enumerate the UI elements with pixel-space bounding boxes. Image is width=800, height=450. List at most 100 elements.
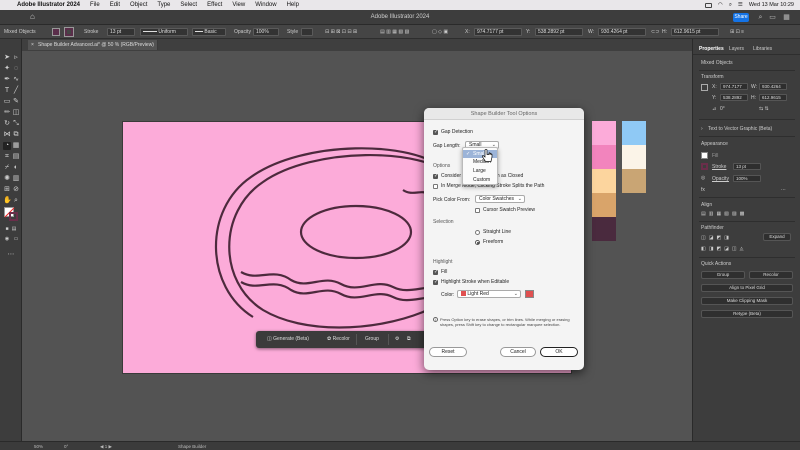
gap-option-custom[interactable]: Custom: [463, 176, 497, 184]
paintbrush-tool-icon[interactable]: ✎: [12, 98, 20, 106]
menu-file[interactable]: File: [85, 2, 105, 8]
scale-tool-icon[interactable]: ⤡: [12, 120, 20, 128]
document-tab[interactable]: × Shape Builder Advanced.ai* @ 50 % (RGB…: [28, 40, 158, 50]
text-to-vector-label[interactable]: Text to Vector Graphic (Beta): [708, 126, 772, 132]
appearance-opacity-field[interactable]: 100%: [733, 175, 761, 182]
merge-mode-checkbox[interactable]: [433, 183, 438, 189]
menu-window[interactable]: Window: [250, 2, 281, 8]
magic-wand-tool-icon[interactable]: ✦: [3, 65, 11, 73]
variable-width-profile-select[interactable]: Uniform: [140, 28, 188, 36]
width-field[interactable]: 930.4264 pt: [598, 28, 646, 36]
y-position-field[interactable]: 538.2892 pt: [535, 28, 583, 36]
rotate-angle-icon[interactable]: ⊿: [712, 106, 716, 112]
more-options-icon[interactable]: ⋯: [781, 187, 786, 193]
arrange-documents-icon[interactable]: ▦: [782, 13, 791, 22]
highlight-fill-row[interactable]: Fill: [433, 269, 447, 276]
edit-toolbar-icon[interactable]: ⋯: [7, 251, 15, 259]
y-field[interactable]: 538.2892: [720, 94, 748, 101]
reset-button[interactable]: Reset: [429, 347, 467, 357]
lasso-tool-icon[interactable]: ◌: [12, 65, 20, 73]
x-field[interactable]: 974.7177: [720, 83, 748, 90]
transform-icons[interactable]: ▢ ◇ ▣: [432, 29, 448, 35]
quick-recolor-button[interactable]: Recolor: [749, 271, 793, 279]
gradient-tool-icon[interactable]: ▤: [12, 153, 20, 161]
zoom-level[interactable]: 50%: [34, 444, 43, 449]
reference-point-icon[interactable]: [701, 84, 708, 91]
palette-swatch-2[interactable]: [592, 145, 616, 169]
menu-type[interactable]: Type: [152, 2, 175, 8]
brush-definition-select[interactable]: Basic: [192, 28, 226, 36]
control-center-icon[interactable]: ☰: [738, 2, 743, 8]
gap-detection-row[interactable]: Gap Detection: [433, 129, 473, 136]
rotation-angle[interactable]: 0°: [64, 444, 68, 449]
stroke-color-box[interactable]: [9, 212, 18, 221]
eyedropper-tool-icon[interactable]: ⌿: [3, 164, 11, 172]
stroke-label[interactable]: Stroke: [84, 29, 98, 35]
menu-edit[interactable]: Edit: [105, 2, 125, 8]
menu-object[interactable]: Object: [125, 2, 152, 8]
shape-mode-buttons[interactable]: ◫◪◩◨: [701, 235, 732, 241]
cancel-button[interactable]: Cancel: [500, 347, 536, 357]
artboard-tool-icon[interactable]: ⊞: [3, 186, 11, 194]
menu-view[interactable]: View: [227, 2, 250, 8]
group-button[interactable]: Group: [362, 335, 382, 344]
x-position-field[interactable]: 974.7177 pt: [474, 28, 522, 36]
cursor-swatch-row[interactable]: Cursor Swatch Preview: [475, 207, 535, 213]
curvature-tool-icon[interactable]: ∿: [12, 76, 20, 84]
appearance-stroke-swatch[interactable]: [701, 163, 708, 170]
w-field[interactable]: 930.4264: [759, 83, 787, 90]
distribute-icons[interactable]: ▤ ▥ ▦ ▧ ▨: [380, 29, 409, 35]
arrange-icon[interactable]: ⧉: [404, 335, 414, 344]
close-tab-icon[interactable]: ×: [31, 40, 34, 50]
palette-swatch-5[interactable]: [592, 217, 616, 241]
highlight-color-swatch[interactable]: [525, 290, 534, 298]
drawing-mode-icon[interactable]: ◉: [3, 235, 11, 243]
palette-swatch-8[interactable]: [622, 169, 646, 193]
style-label[interactable]: Style: [287, 29, 298, 35]
pen-tool-icon[interactable]: ✒: [3, 76, 11, 84]
highlight-stroke-checkbox[interactable]: [433, 279, 438, 286]
straight-line-radio[interactable]: [475, 229, 480, 235]
freeform-radio[interactable]: [475, 239, 480, 245]
perspective-grid-tool-icon[interactable]: ▦: [12, 142, 20, 150]
opacity-field[interactable]: 100%: [253, 28, 279, 36]
palette-swatch-3[interactable]: [592, 169, 616, 193]
donut-hole-ellipse[interactable]: [299, 204, 413, 260]
line-tool-icon[interactable]: ╱: [12, 87, 20, 95]
width-tool-icon[interactable]: ⋈: [3, 131, 11, 139]
symbol-sprayer-tool-icon[interactable]: ✺: [3, 175, 11, 183]
pencil-tool-icon[interactable]: ✏: [3, 109, 11, 117]
mesh-tool-icon[interactable]: ⌗: [3, 153, 11, 161]
gradient-mode-icon[interactable]: ▤: [10, 225, 18, 233]
tab-properties[interactable]: Properties: [699, 46, 724, 52]
graphic-style-select[interactable]: [301, 28, 313, 36]
stroke-weight-field[interactable]: 13 pt: [107, 28, 135, 36]
tab-libraries[interactable]: Libraries: [753, 46, 772, 52]
retype-beta-button[interactable]: Retype (Beta): [701, 310, 793, 318]
palette-swatch-7[interactable]: [622, 145, 646, 169]
appearance-fill-swatch[interactable]: [701, 152, 708, 159]
rotate-tool-icon[interactable]: ↻: [3, 120, 11, 128]
tab-layers[interactable]: Layers: [729, 46, 744, 52]
quick-group-button[interactable]: Group: [701, 271, 745, 279]
consider-open-checkbox[interactable]: [433, 173, 438, 180]
graph-tool-icon[interactable]: ▥: [12, 175, 20, 183]
highlight-color-select[interactable]: Light Red ⌄: [457, 290, 521, 298]
menu-effect[interactable]: Effect: [202, 2, 227, 8]
battery-icon[interactable]: [705, 2, 712, 8]
free-transform-tool-icon[interactable]: ⧉: [12, 131, 20, 139]
menu-help[interactable]: Help: [282, 2, 304, 8]
palette-swatch-6[interactable]: [622, 121, 646, 145]
align-icons[interactable]: ⊟ ⊞ ⊠ ⊡ ⊟ ⊞: [325, 29, 357, 35]
rectangle-tool-icon[interactable]: ▭: [3, 98, 11, 106]
menu-app-name[interactable]: Adobe Illustrator 2024: [12, 2, 85, 8]
generate-beta-button[interactable]: ◫ Generate (Beta): [264, 335, 312, 344]
ok-button[interactable]: OK: [540, 347, 578, 357]
appearance-stroke-field[interactable]: 13 pt: [733, 163, 761, 170]
opacity-label[interactable]: Opacity: [234, 29, 251, 35]
stroke-swatch[interactable]: [64, 27, 74, 37]
link-proportions-icon[interactable]: ⊂⊃: [651, 29, 659, 35]
fx-icon[interactable]: fx: [701, 187, 705, 193]
search-icon[interactable]: ⌕: [729, 2, 732, 9]
eraser-tool-icon[interactable]: ◫: [12, 109, 20, 117]
